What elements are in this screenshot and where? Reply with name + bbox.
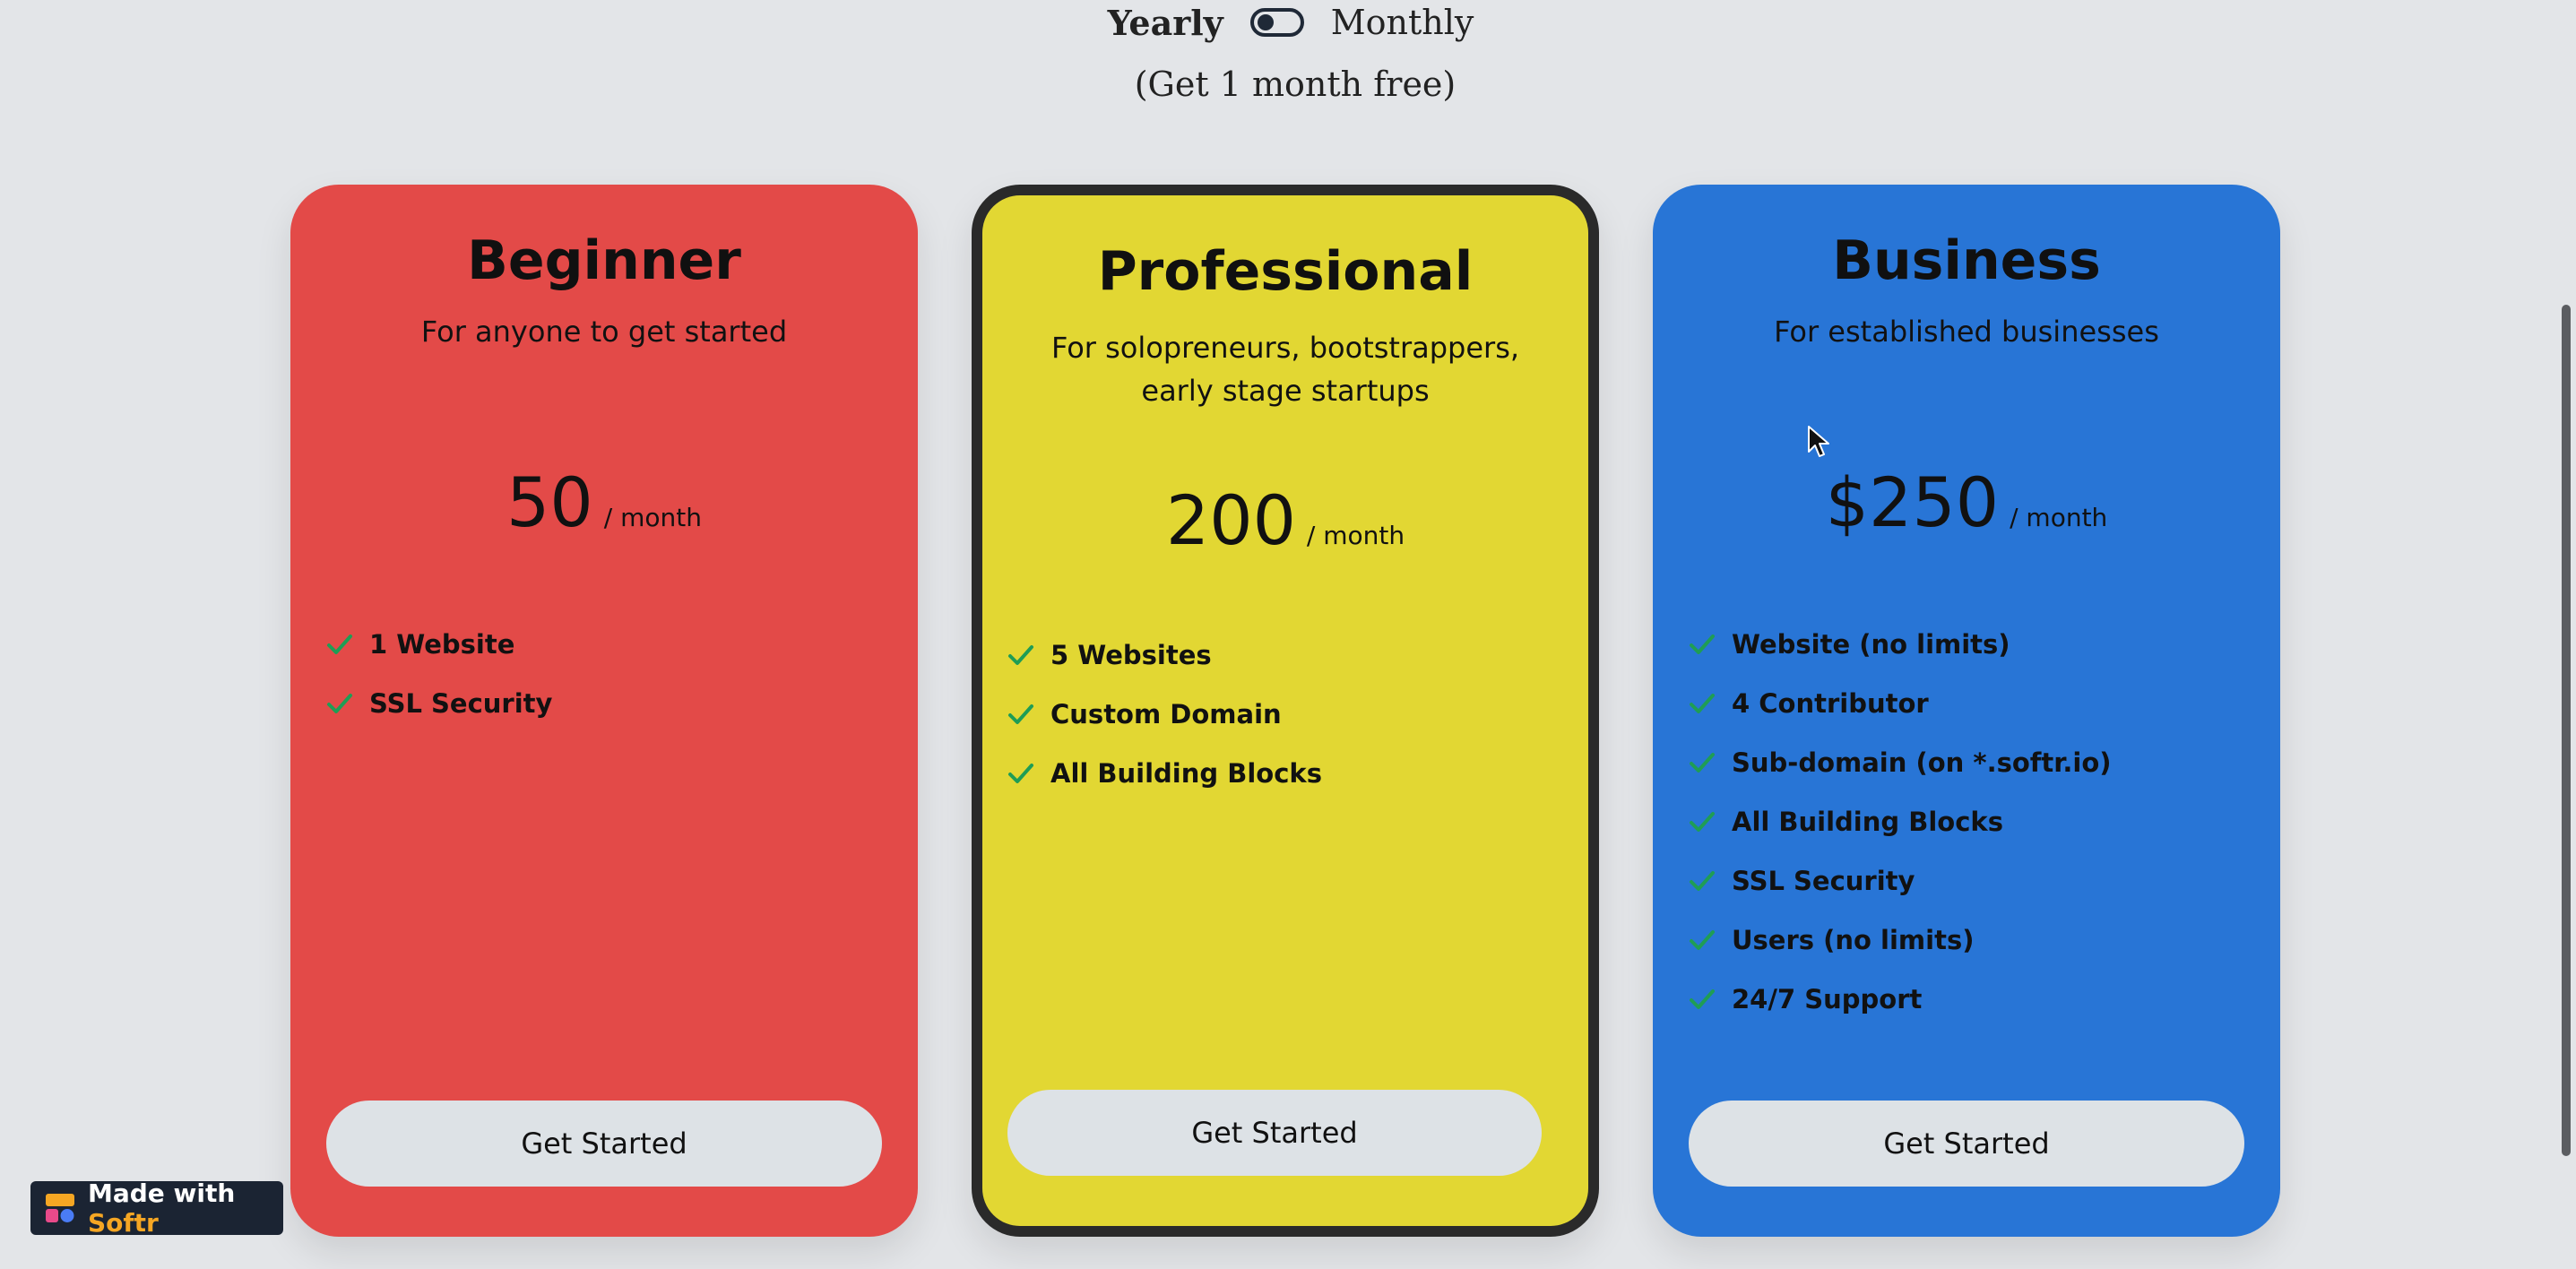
check-icon	[1690, 930, 1715, 950]
feature-text: 1 Website	[369, 629, 515, 660]
check-icon	[1690, 812, 1715, 832]
feature-text: 5 Websites	[1050, 640, 1212, 670]
plan-card-business: Business For established businesses $250…	[1653, 185, 2280, 1237]
plan-card-beginner: Beginner For anyone to get started 50 / …	[290, 185, 918, 1237]
feature-item: 4 Contributor	[1689, 674, 2112, 733]
check-icon	[327, 694, 352, 713]
price-period: / month	[603, 503, 702, 532]
check-icon	[1690, 634, 1715, 654]
check-icon	[1008, 704, 1033, 724]
plan-price: 50 / month	[290, 462, 918, 542]
feature-item: SSL Security	[326, 674, 552, 733]
feature-item: Users (no limits)	[1689, 911, 2112, 970]
check-icon	[1690, 989, 1715, 1009]
feature-item: 1 Website	[326, 615, 552, 674]
feature-text: Users (no limits)	[1732, 925, 1975, 955]
feature-item: SSL Security	[1689, 851, 2112, 911]
feature-text: All Building Blocks	[1050, 758, 1322, 789]
price-amount: 200	[1165, 480, 1296, 560]
plan-title: Professional	[1097, 240, 1474, 303]
feature-text: Sub-domain (on *.softr.io)	[1732, 747, 2112, 778]
plan-description: For established businesses	[1774, 315, 2159, 349]
get-started-button[interactable]: Get Started	[1007, 1090, 1542, 1176]
feature-item: Website (no limits)	[1689, 615, 2112, 674]
feature-item: All Building Blocks	[1689, 792, 2112, 851]
monthly-label[interactable]: Monthly	[1331, 3, 1474, 42]
get-started-button[interactable]: Get Started	[326, 1101, 882, 1187]
free-month-note: (Get 1 month free)	[1134, 65, 1457, 104]
price-amount: 50	[506, 462, 593, 542]
feature-list: 5 Websites Custom Domain All Building Bl…	[1007, 626, 1322, 803]
toggle-knob	[1257, 14, 1274, 30]
feature-text: Website (no limits)	[1732, 629, 2010, 660]
check-icon	[1690, 871, 1715, 891]
check-icon	[1690, 694, 1715, 713]
scrollbar-thumb[interactable]	[2562, 305, 2571, 1156]
plan-description: For solopreneurs, bootstrappers, early s…	[1050, 331, 1520, 408]
softr-logo-icon	[46, 1194, 74, 1222]
billing-toggle-row: Yearly Monthly	[1108, 0, 1474, 45]
get-started-button[interactable]: Get Started	[1689, 1101, 2244, 1187]
cursor-icon	[1808, 426, 1829, 457]
feature-text: SSL Security	[369, 688, 553, 719]
feature-text: SSL Security	[1732, 866, 1915, 896]
feature-item: Custom Domain	[1007, 685, 1322, 744]
badge-brand: Softr	[88, 1208, 159, 1238]
price-amount: $250	[1825, 462, 2000, 542]
feature-list: 1 Website SSL Security	[326, 615, 552, 733]
plan-title: Beginner	[467, 229, 741, 292]
plan-price: $250 / month	[1653, 462, 2280, 542]
feature-item: Sub-domain (on *.softr.io)	[1689, 733, 2112, 792]
made-with-softr-badge[interactable]: Made with Softr	[30, 1178, 283, 1238]
check-icon	[1008, 764, 1033, 783]
scrollbar[interactable]	[2556, 0, 2576, 1269]
plan-price: 200 / month	[982, 480, 1588, 560]
feature-item: 5 Websites	[1007, 626, 1322, 685]
check-icon	[1690, 753, 1715, 773]
feature-text: 4 Contributor	[1732, 688, 1929, 719]
feature-text: Custom Domain	[1050, 699, 1282, 729]
feature-list: Website (no limits) 4 Contributor Sub-do…	[1689, 615, 2112, 1029]
badge-text: Made with Softr	[88, 1178, 283, 1238]
yearly-label[interactable]: Yearly	[1108, 3, 1223, 43]
plan-description: For anyone to get started	[420, 315, 788, 349]
plan-title: Business	[1832, 229, 2101, 292]
price-period: / month	[2010, 503, 2108, 532]
feature-text: All Building Blocks	[1732, 807, 2003, 837]
check-icon	[327, 634, 352, 654]
price-period: / month	[1306, 521, 1405, 550]
feature-item: All Building Blocks	[1007, 744, 1322, 803]
pricing-page: Yearly Monthly (Get 1 month free) Beginn…	[0, 0, 2576, 1269]
feature-item: 24/7 Support	[1689, 970, 2112, 1029]
check-icon	[1008, 645, 1033, 665]
plan-card-professional: Professional For solopreneurs, bootstrap…	[972, 185, 1599, 1237]
billing-toggle-switch[interactable]	[1249, 8, 1304, 37]
badge-prefix: Made with	[88, 1178, 236, 1208]
feature-text: 24/7 Support	[1732, 984, 1923, 1014]
